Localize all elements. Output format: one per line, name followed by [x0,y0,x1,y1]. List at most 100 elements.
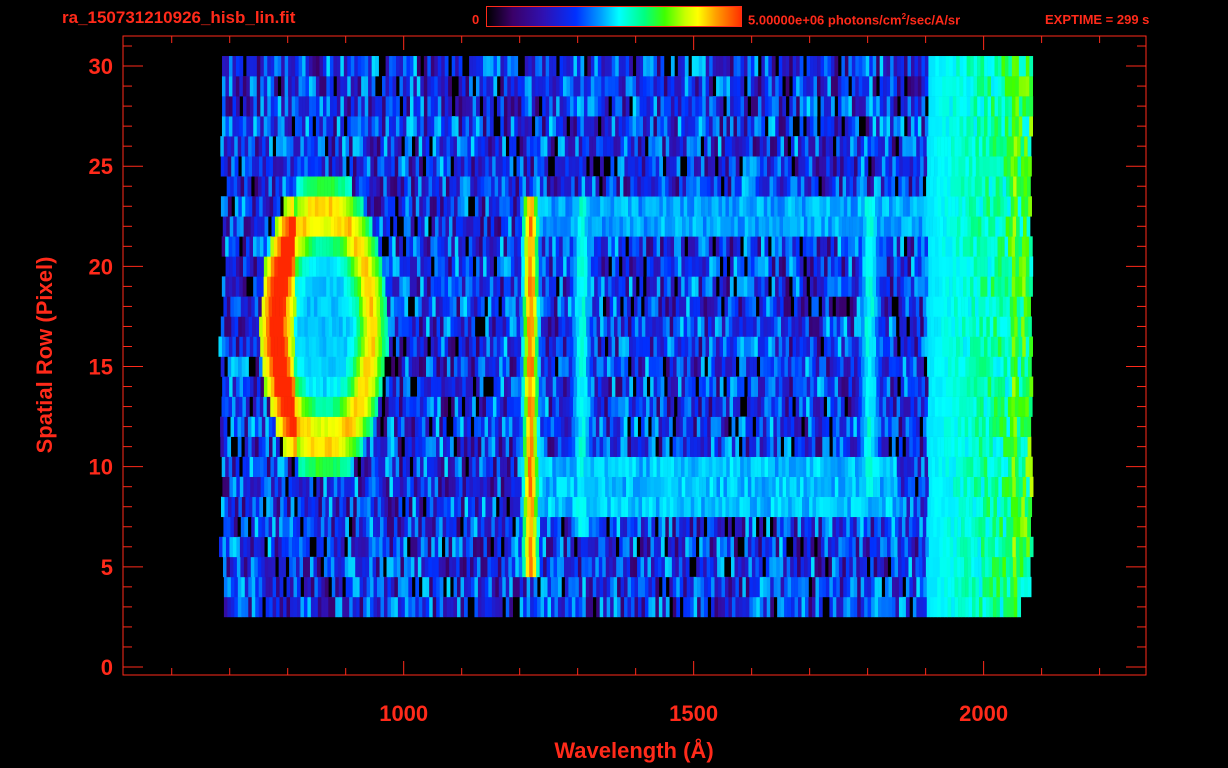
heatmap-cell [408,596,413,618]
heatmap-cell [421,176,426,197]
heatmap-cell [832,596,837,618]
heatmap-cell [882,236,887,257]
heatmap-cell [368,376,373,397]
heatmap-cell [829,316,834,337]
heatmap-cell [740,376,745,397]
heatmap-cell [502,356,507,377]
heatmap-cell [778,256,783,277]
heatmap-cell [931,256,936,277]
heatmap-cell [651,576,656,598]
heatmap-cell [563,376,567,397]
heatmap-cell [232,376,237,397]
heatmap-cell [361,336,365,357]
heatmap-cell [758,476,763,498]
heatmap-cell [763,436,767,457]
heatmap-cell [365,476,369,498]
heatmap-cell [557,296,562,317]
heatmap-cell [938,336,943,357]
heatmap-cell [460,356,465,377]
heatmap-cell [302,476,307,498]
heatmap-cell [295,216,300,237]
heatmap-cell [282,516,287,538]
heatmap-cell [909,416,913,437]
heatmap-cell [583,276,588,297]
heatmap-cell [826,396,831,417]
heatmap-cell [985,576,990,598]
heatmap-cell [271,176,276,197]
heatmap-cell [958,596,962,618]
heatmap-cell [1012,536,1017,558]
heatmap-cell [461,456,466,477]
heatmap-cell [795,496,799,518]
heatmap-cell [528,536,533,558]
heatmap-cell [375,336,379,357]
heatmap-cell [808,416,812,437]
heatmap-cell [523,596,527,618]
heatmap-cell [967,476,971,498]
heatmap-cell [224,316,229,337]
heatmap-cell [698,376,703,397]
heatmap-cell [397,296,402,317]
heatmap-cell [443,356,448,377]
heatmap-cell [734,176,739,197]
heatmap-cell [299,536,303,558]
heatmap-cell [486,236,490,257]
heatmap-cell [436,596,440,618]
heatmap-cell [757,456,762,477]
heatmap-cell [592,416,597,437]
heatmap-cell [881,596,886,618]
heatmap-cell [513,356,517,377]
heatmap-cell [315,336,320,357]
heatmap-cell [937,436,941,457]
heatmap-cell [419,496,424,518]
heatmap-cell [1000,496,1005,518]
heatmap-cell [962,396,967,417]
heatmap-cell [658,416,663,437]
heatmap-cell [858,256,863,277]
heatmap-cell [919,436,924,457]
heatmap-cell [908,216,913,237]
heatmap-cell [461,276,466,297]
heatmap-cell [634,416,638,437]
heatmap-cell [244,176,248,197]
heatmap-cell [543,516,548,538]
heatmap-cell [820,236,824,257]
heatmap-cell [1017,196,1022,217]
heatmap-cell [811,296,816,317]
heatmap-cell [319,376,324,397]
heatmap-cell [804,416,809,437]
heatmap-cell [286,416,290,437]
heatmap-cell [421,516,426,538]
heatmap-cell [600,316,604,337]
heatmap-cell [775,476,780,498]
heatmap-cell [437,376,442,397]
heatmap-cell [696,176,701,197]
heatmap-cell [809,236,814,257]
heatmap-cell [917,396,922,417]
heatmap-cell [739,316,744,337]
heatmap-cell [474,596,479,618]
heatmap-cell [481,416,485,437]
heatmap-cell [997,456,1002,477]
heatmap-cell [721,196,726,217]
heatmap-cell [948,236,953,257]
heatmap-cell [664,256,668,277]
heatmap-cell [477,556,481,578]
heatmap-cell [860,516,864,538]
heatmap-cell [682,516,687,538]
heatmap-cell [712,276,717,297]
heatmap-cell [723,216,728,237]
heatmap-cell [955,396,960,417]
heatmap-cell [682,216,686,237]
heatmap-cell [630,416,635,437]
heatmap-cell [542,476,547,498]
heatmap-cell [300,436,305,457]
heatmap-cell [357,276,362,297]
heatmap-cell [388,236,393,257]
heatmap-cell [815,596,820,618]
heatmap-cell [672,596,677,618]
heatmap-cell [914,256,919,277]
heatmap-cell [952,256,957,277]
heatmap-cell [577,536,582,558]
heatmap-cell [469,476,474,498]
